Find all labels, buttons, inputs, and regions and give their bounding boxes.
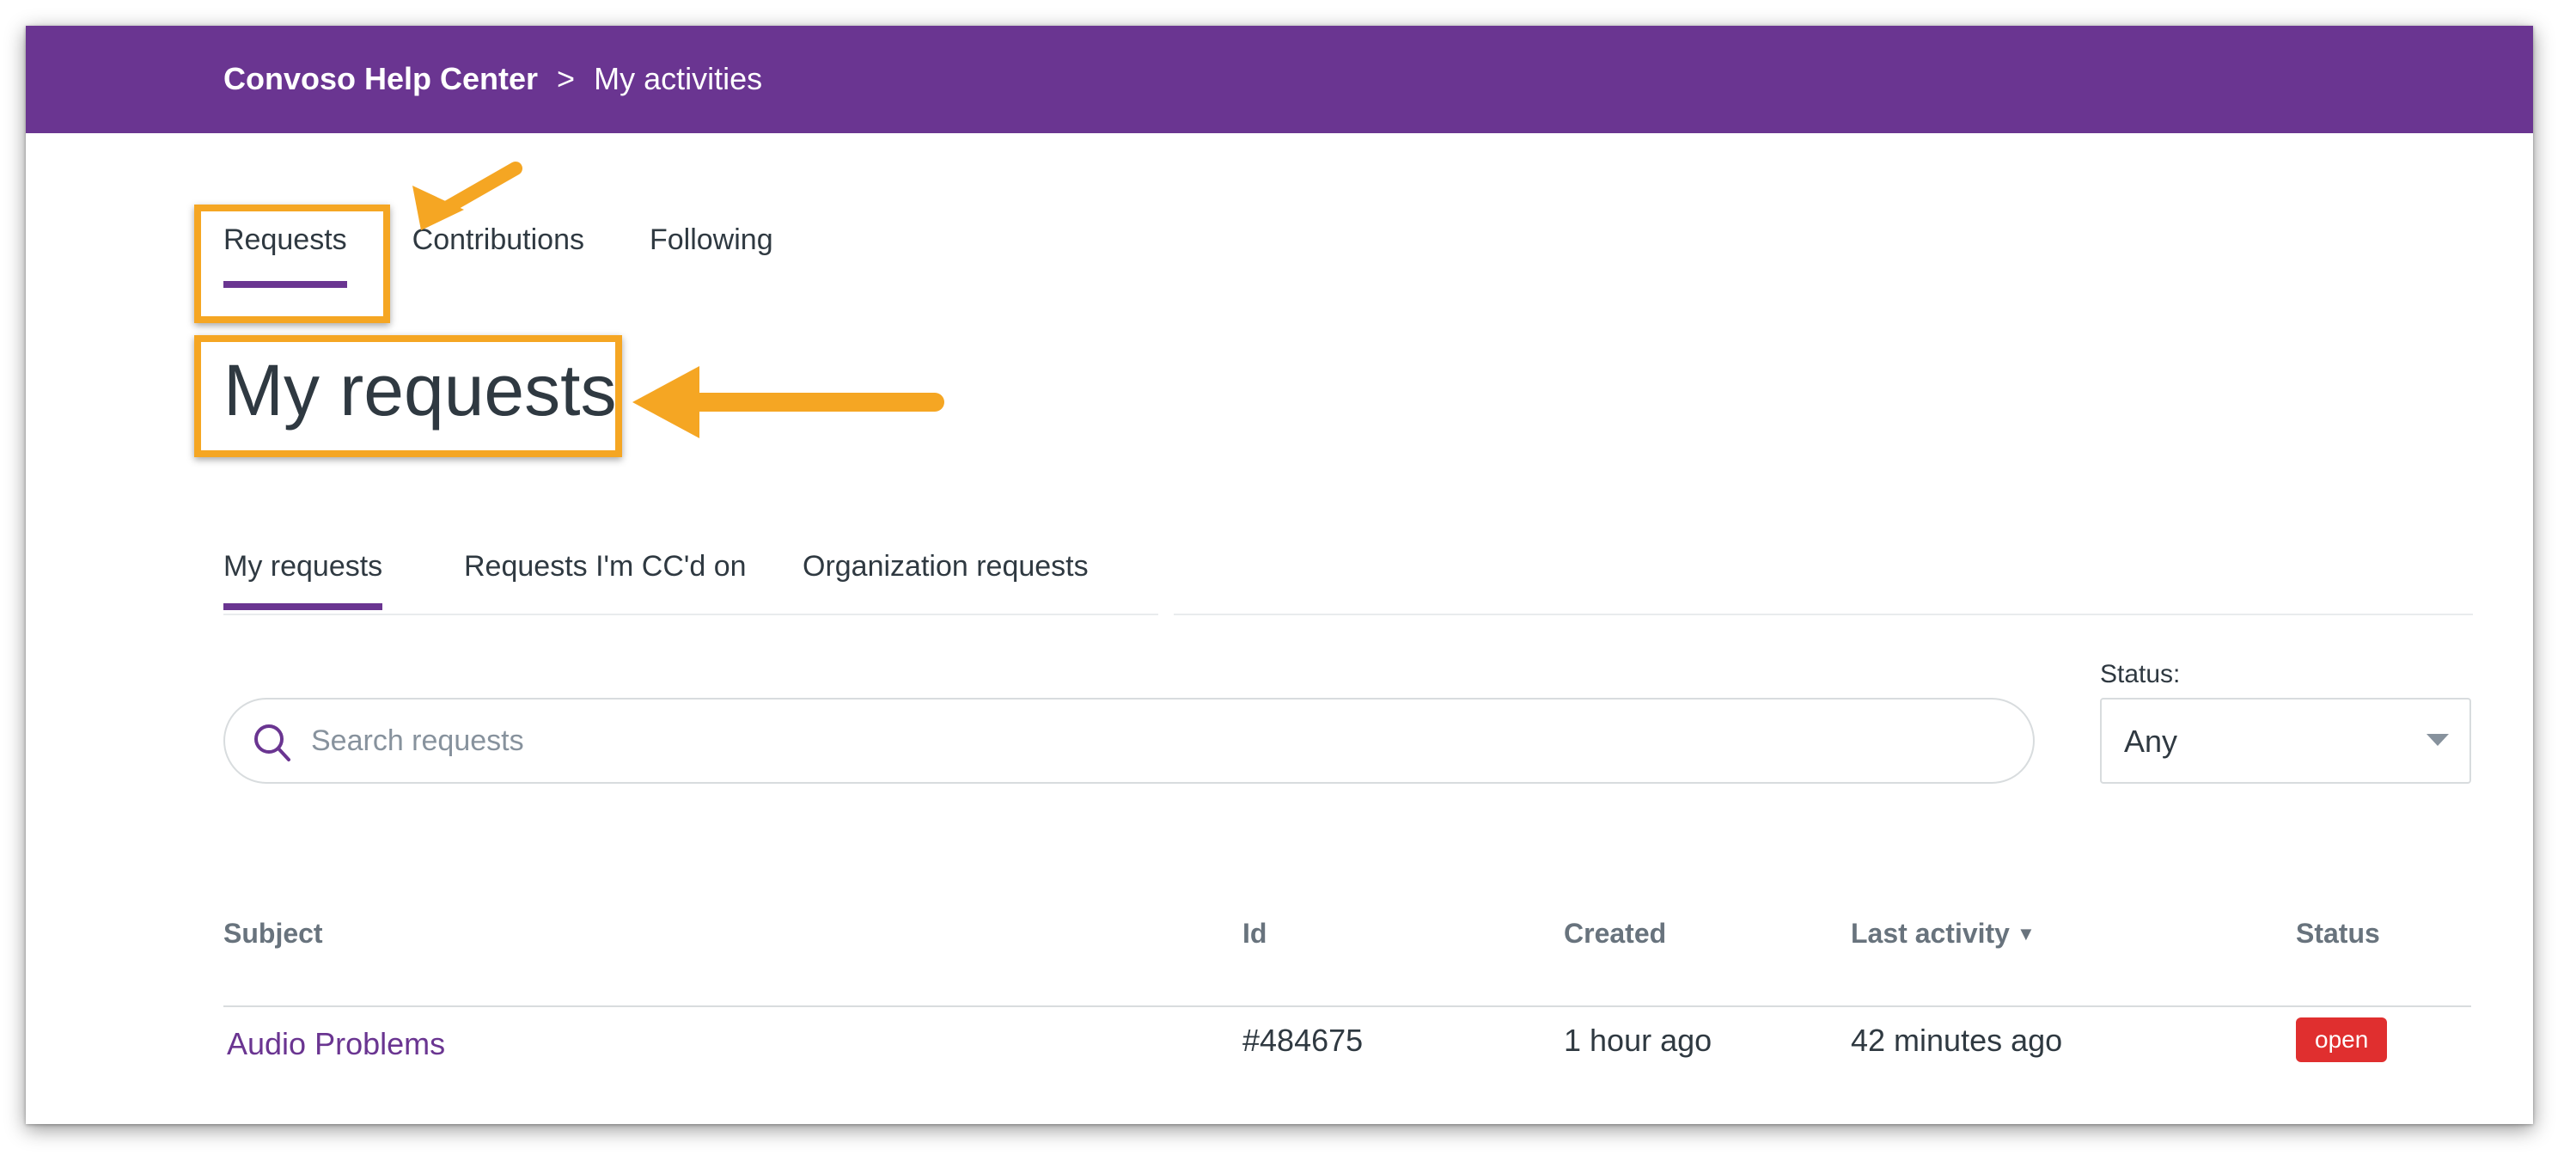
request-id: #484675 bbox=[1242, 1023, 1364, 1058]
column-header-last-activity-label: Last activity bbox=[1851, 918, 2010, 949]
search-icon bbox=[254, 724, 290, 761]
request-type-tabs: My requests Requests I'm CC'd on Organiz… bbox=[223, 524, 1158, 615]
page-title: My requests bbox=[223, 350, 617, 431]
status-badge: open bbox=[2296, 1017, 2388, 1062]
chevron-down-icon bbox=[2426, 734, 2449, 746]
annotation-arrow-icon bbox=[632, 366, 944, 438]
status-label: Status: bbox=[2100, 660, 2181, 688]
column-header-status: Status bbox=[2296, 918, 2380, 949]
column-header-created[interactable]: Created bbox=[1564, 918, 1666, 950]
search-input[interactable] bbox=[309, 700, 1993, 782]
request-created: 1 hour ago bbox=[1564, 1023, 1712, 1058]
tab-following[interactable]: Following bbox=[650, 223, 773, 276]
request-subject-link[interactable]: Audio Problems bbox=[227, 1026, 445, 1062]
tab-requests[interactable]: Requests bbox=[223, 223, 347, 288]
tab-organization-requests[interactable]: Organization requests bbox=[803, 550, 1089, 584]
sort-descending-icon: ▼ bbox=[2016, 923, 2036, 944]
breadcrumb-current: My activities bbox=[594, 61, 763, 96]
search-box[interactable] bbox=[223, 698, 2035, 784]
column-header-last-activity[interactable]: Last activity ▼ bbox=[1851, 918, 2036, 950]
tabs-divider bbox=[1174, 614, 2473, 615]
activity-tabs: Requests Contributions Following bbox=[223, 223, 773, 288]
column-header-id: Id bbox=[1242, 918, 1267, 949]
status-select[interactable]: Any bbox=[2100, 698, 2471, 784]
column-header-created-label: Created bbox=[1564, 918, 1667, 949]
tab-contributions[interactable]: Contributions bbox=[412, 223, 584, 276]
site-header: Convoso Help Center > My activities bbox=[26, 26, 2533, 133]
table-row: Audio Problems #484675 1 hour ago 42 min… bbox=[223, 1017, 2471, 1091]
table-header: Subject Id Created Last activity ▼ Status bbox=[223, 918, 2471, 1007]
app-window: Convoso Help Center > My activities Requ… bbox=[26, 26, 2533, 1124]
breadcrumb-separator: > bbox=[557, 61, 576, 96]
breadcrumb-home-link[interactable]: Convoso Help Center bbox=[223, 61, 538, 97]
tab-requests-cc[interactable]: Requests I'm CC'd on bbox=[464, 550, 747, 584]
column-header-subject: Subject bbox=[223, 918, 323, 949]
request-last-activity: 42 minutes ago bbox=[1851, 1023, 2063, 1058]
tab-my-requests[interactable]: My requests bbox=[223, 550, 383, 610]
breadcrumb: Convoso Help Center > My activities bbox=[223, 57, 762, 101]
status-selected-value: Any bbox=[2124, 724, 2178, 759]
